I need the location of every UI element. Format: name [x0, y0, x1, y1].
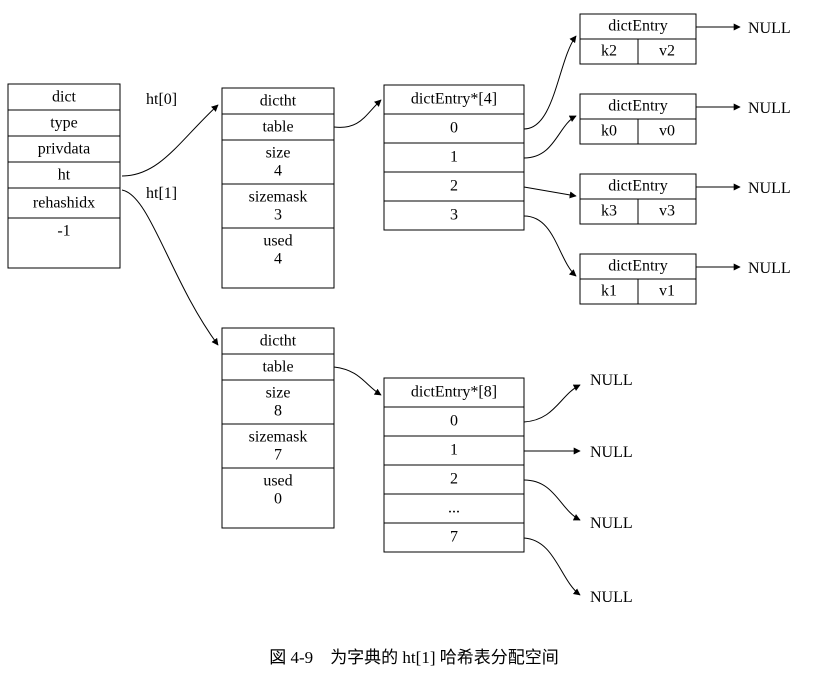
edge-dictht0-table	[334, 100, 381, 127]
edge-row0-entry0	[524, 36, 576, 129]
table1-row-4: 7	[450, 529, 458, 546]
entry3-title: dictEntry	[608, 258, 668, 275]
entry1-key: k0	[601, 123, 617, 140]
table0-node: dictEntry*[4] 0 1 2 3	[384, 85, 524, 230]
dictht1-node: dictht table size 8 sizemask 7 used 0	[222, 328, 334, 528]
edge-t1r2-null	[524, 480, 580, 520]
dictht1-used-label: used	[263, 473, 292, 490]
entry3-value: v1	[659, 283, 675, 300]
table1-row-1: 1	[450, 442, 458, 459]
null-t1-3: NULL	[590, 589, 633, 606]
dict-node: dict type privdata ht rehashidx -1	[8, 84, 120, 268]
entry-0: dictEntry k2 v2	[580, 14, 696, 64]
dictht0-used-value: 4	[274, 251, 282, 268]
caption: 図 4-9 为字典的 ht[1] 哈希表分配空间	[0, 643, 828, 668]
dictht1-size-value: 8	[274, 403, 282, 420]
caption-prefix: 図 4-9	[269, 648, 313, 667]
entry0-value: v2	[659, 43, 675, 60]
null-0: NULL	[748, 20, 791, 37]
table0-row-1: 1	[450, 149, 458, 166]
diagram-svg: dict type privdata ht rehashidx -1 ht[0]…	[0, 0, 828, 640]
null-1: NULL	[748, 100, 791, 117]
entry2-value: v3	[659, 203, 675, 220]
table0-row-0: 0	[450, 120, 458, 137]
dict-ht-label: ht	[58, 167, 71, 184]
null-3: NULL	[748, 260, 791, 277]
dictht0-sizemask-label: sizemask	[249, 189, 308, 206]
null-t1-2: NULL	[590, 515, 633, 532]
edge-ht0-label: ht[0]	[146, 91, 177, 108]
dictht0-size-value: 4	[274, 163, 282, 180]
edge-row2-entry2	[524, 187, 576, 196]
dictht0-table-label: table	[262, 119, 293, 136]
edge-ht0	[122, 105, 218, 176]
table1-header: dictEntry*[8]	[411, 384, 497, 401]
edge-dictht1-table	[334, 367, 381, 395]
table1-row-3: ...	[448, 500, 460, 517]
dict-title: dict	[52, 89, 77, 106]
entry0-title: dictEntry	[608, 18, 668, 35]
table1-row-2: 2	[450, 471, 458, 488]
dict-type-label: type	[50, 115, 78, 132]
null-t1-0: NULL	[590, 372, 633, 389]
table0-row-2: 2	[450, 178, 458, 195]
dictht1-size-label: size	[266, 385, 291, 402]
dictht1-used-value: 0	[274, 491, 282, 508]
edge-row1-entry1	[524, 116, 576, 158]
entry1-value: v0	[659, 123, 675, 140]
null-2: NULL	[748, 180, 791, 197]
edge-row3-entry3	[524, 216, 576, 276]
table1-node: dictEntry*[8] 0 1 2 ... 7	[384, 378, 524, 552]
entry3-key: k1	[601, 283, 617, 300]
edge-ht1	[122, 190, 218, 345]
edge-t1r0-null	[524, 385, 580, 422]
dictht0-size-label: size	[266, 145, 291, 162]
dictht0-used-label: used	[263, 233, 292, 250]
edge-ht1-label: ht[1]	[146, 185, 177, 202]
entry0-key: k2	[601, 43, 617, 60]
dictht1-sizemask-value: 7	[274, 447, 282, 464]
caption-text: 为字典的 ht[1] 哈希表分配空间	[330, 648, 559, 667]
dictht0-node: dictht table size 4 sizemask 3 used 4	[222, 88, 334, 288]
dictht1-table-label: table	[262, 359, 293, 376]
null-t1-1: NULL	[590, 444, 633, 461]
dictht0-title: dictht	[260, 93, 297, 110]
edge-t1r4-null	[524, 538, 580, 595]
table1-row-0: 0	[450, 413, 458, 430]
entry-3: dictEntry k1 v1	[580, 254, 696, 304]
entry-2: dictEntry k3 v3	[580, 174, 696, 224]
dict-rehashidx-value: -1	[57, 223, 70, 240]
dictht1-title: dictht	[260, 333, 297, 350]
entry2-key: k3	[601, 203, 617, 220]
dictht1-sizemask-label: sizemask	[249, 429, 308, 446]
entry1-title: dictEntry	[608, 98, 668, 115]
table0-header: dictEntry*[4]	[411, 91, 497, 108]
dictht0-sizemask-value: 3	[274, 207, 282, 224]
dict-rehashidx-label: rehashidx	[33, 195, 95, 212]
entry-1: dictEntry k0 v0	[580, 94, 696, 144]
table0-row-3: 3	[450, 207, 458, 224]
entry2-title: dictEntry	[608, 178, 668, 195]
dict-privdata-label: privdata	[38, 141, 90, 158]
